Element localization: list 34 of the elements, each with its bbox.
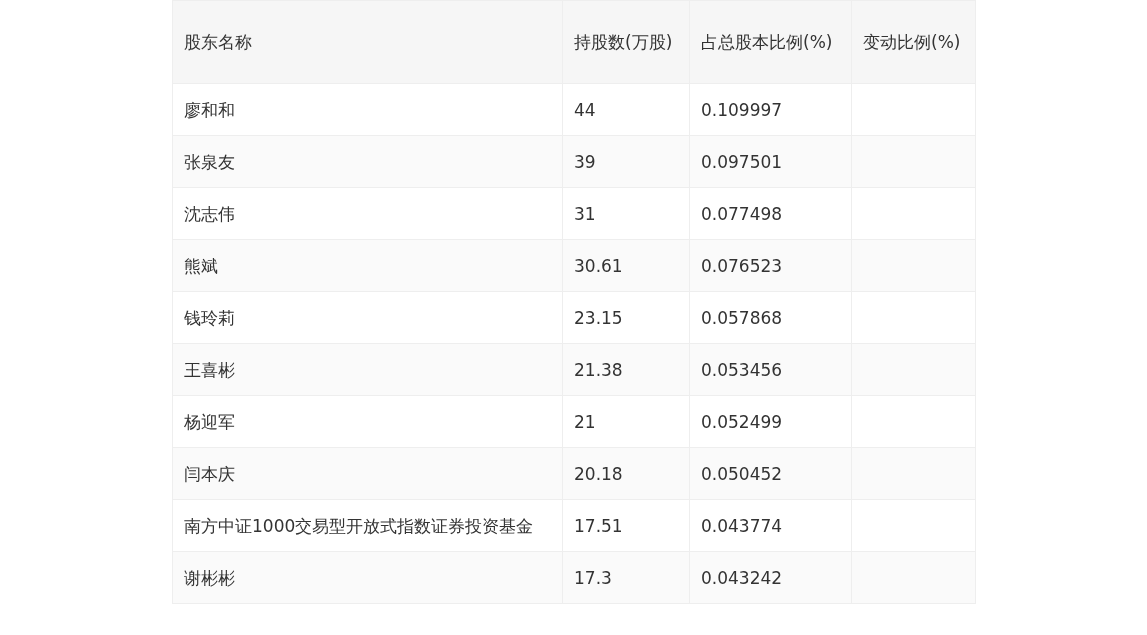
table-cell: 39 bbox=[562, 135, 690, 188]
column-header: 持股数(万股) bbox=[562, 0, 690, 84]
table-cell: 0.043774 bbox=[689, 499, 852, 552]
table-cell: 0.053456 bbox=[689, 343, 852, 396]
table-cell: 沈志伟 bbox=[172, 187, 563, 240]
table-cell: 杨迎军 bbox=[172, 395, 563, 448]
table-cell: 廖和和 bbox=[172, 83, 563, 136]
table-cell: 王喜彬 bbox=[172, 343, 563, 396]
table-cell: 0.109997 bbox=[689, 83, 852, 136]
table-cell: 0.077498 bbox=[689, 187, 852, 240]
table-cell: 0.050452 bbox=[689, 447, 852, 500]
table-cell: 17.51 bbox=[562, 499, 690, 552]
table-cell: 0.052499 bbox=[689, 395, 852, 448]
table-cell: 0.076523 bbox=[689, 239, 852, 292]
table-cell: 南方中证1000交易型开放式指数证券投资基金 bbox=[172, 499, 563, 552]
table-cell: 20.18 bbox=[562, 447, 690, 500]
column-header: 股东名称 bbox=[172, 0, 563, 84]
table-cell: 30.61 bbox=[562, 239, 690, 292]
column-header: 变动比例(%) bbox=[851, 0, 976, 84]
table-cell: 44 bbox=[562, 83, 690, 136]
table-cell: 23.15 bbox=[562, 291, 690, 344]
table-cell: 31 bbox=[562, 187, 690, 240]
table-cell: 熊斌 bbox=[172, 239, 563, 292]
table-cell: 21.38 bbox=[562, 343, 690, 396]
table-cell: 0.097501 bbox=[689, 135, 852, 188]
column-header: 占总股本比例(%) bbox=[689, 0, 852, 84]
table-cell: 0.043242 bbox=[689, 551, 852, 604]
table-cell: 谢彬彬 bbox=[172, 551, 563, 604]
table-cell: 闫本庆 bbox=[172, 447, 563, 500]
table-cell: 21 bbox=[562, 395, 690, 448]
table-cell: 钱玲莉 bbox=[172, 291, 563, 344]
table-cell: 17.3 bbox=[562, 551, 690, 604]
table-cell: 张泉友 bbox=[172, 135, 563, 188]
table-cell: 0.057868 bbox=[689, 291, 852, 344]
